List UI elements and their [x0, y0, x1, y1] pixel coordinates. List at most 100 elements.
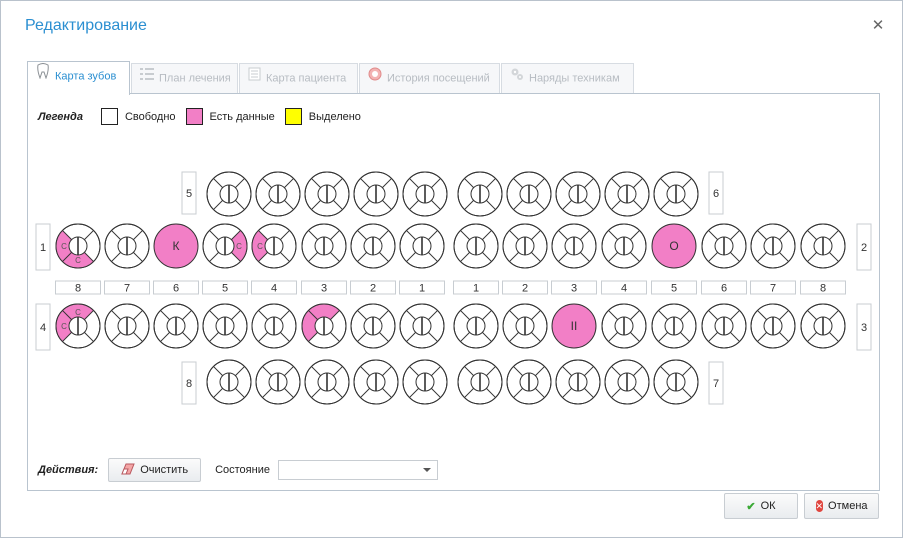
tooth-upper-5[interactable] — [301, 223, 347, 269]
tooth-lower-child-3[interactable] — [353, 359, 399, 405]
state-select[interactable] — [277, 460, 438, 480]
clear-label: Очистить — [140, 464, 189, 476]
tooth-number-3: 5 — [222, 283, 228, 295]
tooth-number-4: 4 — [271, 283, 277, 295]
tooth-lower-child-7[interactable] — [555, 359, 601, 405]
tooth-lower-4[interactable] — [251, 303, 297, 349]
tooth-lower-11[interactable] — [601, 303, 647, 349]
cancel-label: Отмена — [828, 500, 868, 512]
tooth-lower-child-4[interactable] — [402, 359, 448, 405]
tab-label: Наряды техникам — [529, 72, 620, 85]
cancel-icon: ✕ — [815, 500, 824, 512]
tab-patient-card[interactable]: Карта пациента — [239, 63, 358, 94]
tooth-upper-7[interactable] — [399, 223, 445, 269]
tooth-upper-child-1[interactable] — [255, 171, 301, 217]
tooth-lower-3[interactable] — [202, 303, 248, 349]
tooth-upper-child-3[interactable] — [353, 171, 399, 217]
tooth-number-2: 6 — [173, 283, 179, 295]
tooth-lower-child-2[interactable] — [304, 359, 350, 405]
tooth-lower-15[interactable] — [800, 303, 846, 349]
cancel-button[interactable]: ✕ Отмена — [804, 493, 879, 519]
tooth-mark: II — [571, 319, 578, 333]
quadrant-label-3: 3 — [861, 322, 867, 334]
tooth-upper-child-4[interactable] — [402, 171, 448, 217]
tooth-lower-child-6[interactable] — [506, 359, 552, 405]
tooth-mark: О — [669, 239, 678, 253]
tooth-lower-child-8[interactable] — [604, 359, 650, 405]
tooth-lower-13[interactable] — [701, 303, 747, 349]
tooth-lower-2[interactable] — [153, 303, 199, 349]
tooth-number-10: 3 — [571, 283, 577, 295]
tooth-upper-8[interactable] — [453, 223, 499, 269]
tooth-number-6: 2 — [370, 283, 376, 295]
ok-label: ОК — [760, 500, 776, 512]
tooth-lower-6[interactable] — [350, 303, 396, 349]
tooth-upper-child-6[interactable] — [506, 171, 552, 217]
quadrant-label-6: 6 — [713, 188, 719, 200]
tooth-upper-child-7[interactable] — [555, 171, 601, 217]
tooth-upper-0[interactable]: СС — [55, 223, 101, 269]
tooth-number-15: 8 — [820, 283, 826, 295]
tooth-number-14: 7 — [770, 283, 776, 295]
tooth-lower-child-1[interactable] — [255, 359, 301, 405]
actions-title: Действия: — [38, 464, 99, 476]
segment-mark: С — [61, 242, 67, 251]
tooth-number-1: 7 — [124, 283, 130, 295]
tooth-lower-0[interactable]: СС — [55, 303, 101, 349]
edit-dialog: Редактирование ✕ Карта зубов План лечени… — [0, 0, 903, 538]
tooth-upper-9[interactable] — [502, 223, 548, 269]
tooth-lower-child-5[interactable] — [457, 359, 503, 405]
chevron-down-icon — [422, 468, 431, 472]
tooth-upper-1[interactable] — [104, 223, 150, 269]
tooth-upper-child-5[interactable] — [457, 171, 503, 217]
tooth-upper-10[interactable] — [551, 223, 597, 269]
eraser-icon — [121, 463, 135, 478]
tab-treatment-plan[interactable]: План лечения — [131, 63, 238, 94]
tooth-upper-13[interactable] — [701, 223, 747, 269]
list-icon — [140, 64, 154, 93]
ok-button[interactable]: ✔ ОК — [724, 493, 798, 519]
tooth-lower-7[interactable] — [399, 303, 445, 349]
tooth-upper-14[interactable] — [750, 223, 796, 269]
tooth-number-12: 5 — [671, 283, 677, 295]
tab-technician-orders[interactable]: Наряды техникам — [501, 63, 634, 94]
tooth-mark: К — [173, 239, 180, 253]
tooth-upper-12[interactable]: О — [651, 223, 697, 269]
close-icon[interactable]: ✕ — [869, 17, 887, 35]
tooth-number-9: 2 — [522, 283, 528, 295]
tab-label: История посещений — [387, 72, 490, 85]
tooth-lower-child-9[interactable] — [653, 359, 699, 405]
tooth-upper-child-9[interactable] — [653, 171, 699, 217]
tooth-number-7: 1 — [419, 283, 425, 295]
quadrant-label-7: 7 — [713, 378, 719, 390]
tooth-lower-8[interactable] — [453, 303, 499, 349]
tooth-upper-2[interactable]: К — [153, 223, 199, 269]
tooth-lower-child-0[interactable] — [206, 359, 252, 405]
quadrant-label-5: 5 — [186, 188, 192, 200]
tab-visit-history[interactable]: История посещений — [359, 63, 500, 94]
tooth-lower-10[interactable]: II — [551, 303, 597, 349]
tooth-upper-11[interactable] — [601, 223, 647, 269]
tooth-upper-child-0[interactable] — [206, 171, 252, 217]
tooth-number-13: 6 — [721, 283, 727, 295]
tooth-upper-15[interactable] — [800, 223, 846, 269]
tab-tooth-chart[interactable]: Карта зубов — [27, 61, 130, 95]
segment-mark: С — [257, 242, 263, 251]
segment-mark: С — [61, 322, 67, 331]
tooth-upper-child-2[interactable] — [304, 171, 350, 217]
segment-mark: С — [236, 242, 242, 251]
tooth-upper-6[interactable] — [350, 223, 396, 269]
tooth-chart-panel: Легенда Свободно Есть данные Выделено СС… — [27, 93, 880, 491]
tooth-lower-12[interactable] — [651, 303, 697, 349]
clear-button[interactable]: Очистить — [108, 458, 202, 482]
tooth-lower-9[interactable] — [502, 303, 548, 349]
tooth-upper-4[interactable]: С — [251, 223, 297, 269]
tooth-lower-5[interactable] — [301, 303, 347, 349]
tooth-number-5: 3 — [321, 283, 327, 295]
check-icon: ✔ — [746, 500, 756, 513]
tooth-upper-child-8[interactable] — [604, 171, 650, 217]
tooth-icon — [36, 62, 50, 91]
tooth-lower-1[interactable] — [104, 303, 150, 349]
tooth-lower-14[interactable] — [750, 303, 796, 349]
tooth-upper-3[interactable]: С — [202, 223, 248, 269]
